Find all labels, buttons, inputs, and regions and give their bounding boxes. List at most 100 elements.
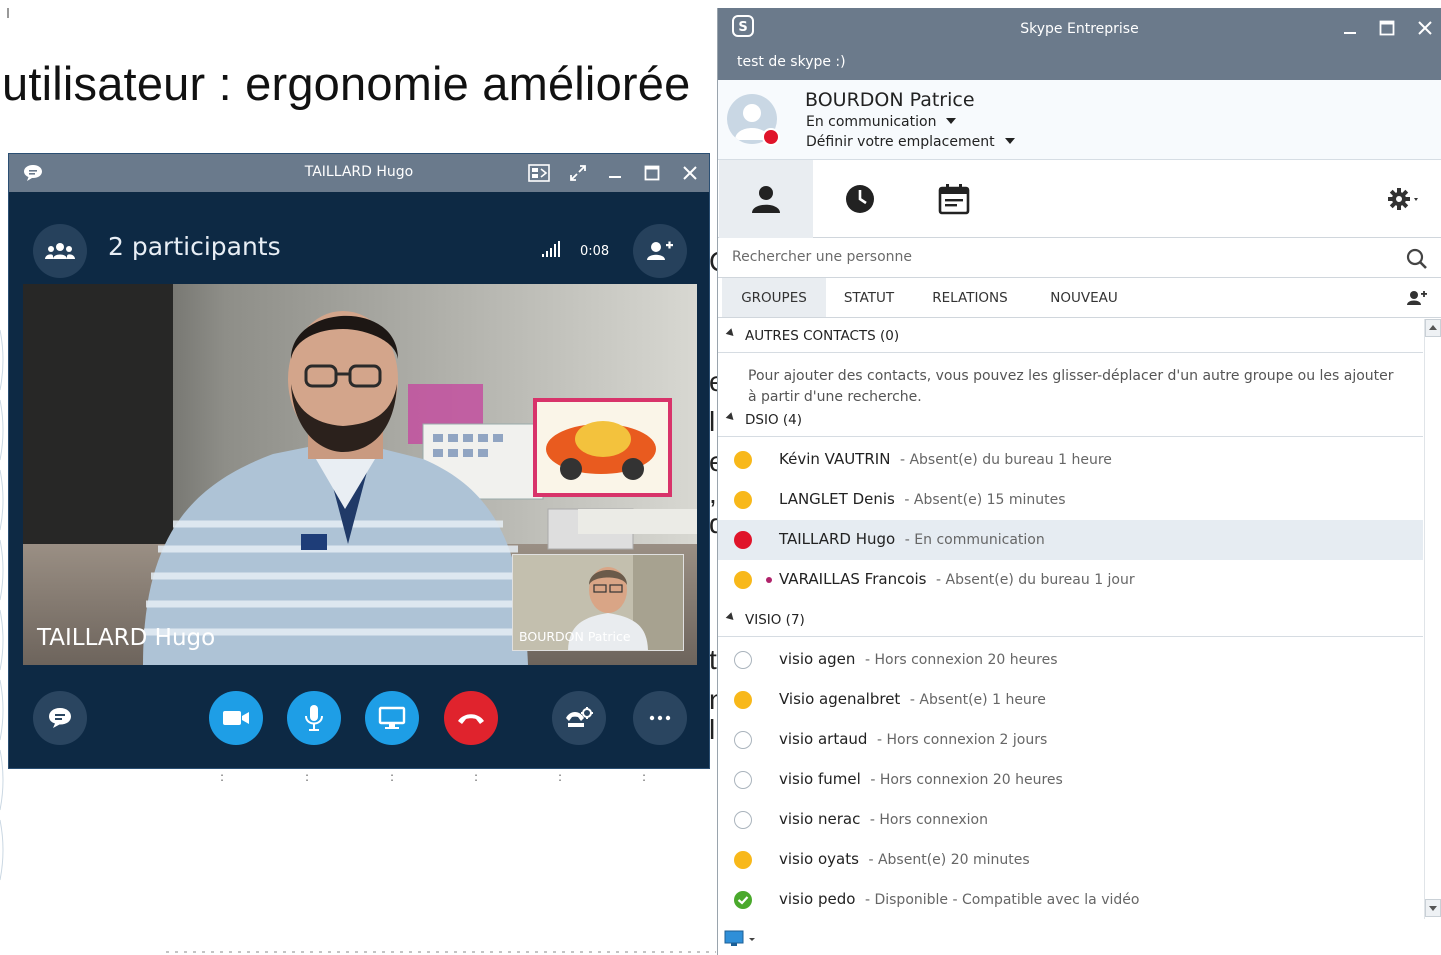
contact-row[interactable]: VARAILLAS Francois - Absent(e) du bureau…: [718, 560, 1423, 600]
im-button[interactable]: [33, 691, 87, 745]
contact-name: visio artaud: [779, 730, 868, 748]
slide-text-fragment: t: [709, 644, 717, 675]
contact-row[interactable]: visio oyats - Absent(e) 20 minutes: [718, 840, 1423, 880]
presence-available-icon: [734, 891, 752, 909]
svg-text::: :: [390, 770, 394, 784]
contact-name: visio oyats: [779, 850, 859, 868]
contact-row[interactable]: LANGLET Denis - Absent(e) 15 minutes: [718, 480, 1423, 520]
add-contact-icon[interactable]: [1407, 290, 1427, 310]
location-dropdown[interactable]: Définir votre emplacement: [806, 134, 1015, 150]
presence-away-icon: [734, 851, 752, 869]
contacts-icon: [752, 186, 780, 213]
group-label: DSIO (4): [745, 412, 802, 428]
close-button[interactable]: [1411, 15, 1439, 41]
self-view[interactable]: BOURDON Patrice: [512, 554, 684, 651]
presence-status-dropdown[interactable]: En communication: [806, 114, 957, 130]
contact-name: VARAILLAS Francois: [779, 570, 927, 588]
hang-up-button[interactable]: [444, 691, 498, 745]
contact-name: visio nerac: [779, 810, 861, 828]
presence-busy-indicator: [762, 128, 780, 146]
add-participant-button[interactable]: [633, 224, 687, 278]
tab-groupes[interactable]: GROUPES: [722, 278, 826, 317]
contact-list-scrollbar[interactable]: [1424, 319, 1441, 919]
minimize-button[interactable]: [601, 160, 629, 186]
call-controls-button[interactable]: [552, 691, 606, 745]
group-header-autres-contacts[interactable]: AUTRES CONTACTS (0): [718, 319, 1423, 353]
contact-row[interactable]: visio fumel - Hors connexion 20 heures: [718, 760, 1423, 800]
video-toggle-button[interactable]: [209, 691, 263, 745]
search-input[interactable]: [718, 238, 1398, 276]
search-icon[interactable]: [1406, 248, 1428, 274]
maximize-button[interactable]: [638, 160, 666, 186]
more-options-button[interactable]: [633, 691, 687, 745]
contact-status: - Absent(e) 15 minutes: [904, 492, 1066, 508]
presence-away-icon: [734, 451, 752, 469]
contact-row[interactable]: TAILLARD Hugo - En communication: [718, 520, 1423, 560]
device-settings-icon[interactable]: [724, 930, 758, 952]
contact-name: visio agen: [779, 650, 856, 668]
minimize-button[interactable]: [1336, 16, 1364, 42]
share-screen-button[interactable]: [365, 691, 419, 745]
contact-entry: Visio agenalbret - Absent(e) 1 heure: [779, 690, 1046, 708]
tab-statut[interactable]: STATUT: [831, 278, 907, 317]
contact-row[interactable]: visio artaud - Hors connexion 2 jours: [718, 720, 1423, 760]
location-label: Définir votre emplacement: [806, 134, 995, 150]
tab-nouveau[interactable]: NOUVEAU: [1034, 278, 1134, 317]
microphone-icon: [305, 705, 323, 731]
presence-status-label: En communication: [806, 114, 937, 130]
contact-status: - Hors connexion 20 heures: [870, 772, 1063, 788]
layout-toggle-icon[interactable]: [525, 160, 553, 186]
group-header-visio[interactable]: VISIO (7): [718, 603, 1423, 637]
slide-text-fragment: ,: [709, 478, 717, 509]
participants-icon: [45, 243, 75, 259]
options-button[interactable]: [1368, 160, 1441, 238]
slide-title: utilisateur : ergonomie améliorée: [2, 57, 691, 110]
contact-row[interactable]: visio agen - Hors connexion 20 heures: [718, 640, 1423, 680]
collapse-triangle-icon: [725, 412, 737, 423]
phone-settings-icon: [566, 707, 593, 727]
call-timer: 0:08: [580, 244, 610, 259]
maximize-button[interactable]: [1373, 15, 1401, 41]
tab-relations[interactable]: RELATIONS: [915, 278, 1025, 317]
contact-row[interactable]: Visio agenalbret - Absent(e) 1 heure: [718, 680, 1423, 720]
note-indicator-icon: [766, 577, 772, 583]
presence-busy-icon: [734, 531, 752, 549]
conversations-history-button[interactable]: [813, 160, 907, 238]
contact-status: - Absent(e) 20 minutes: [868, 852, 1030, 868]
contact-entry: Kévin VAUTRIN - Absent(e) du bureau 1 he…: [779, 450, 1112, 468]
contact-row[interactable]: Kévin VAUTRIN - Absent(e) du bureau 1 he…: [718, 440, 1423, 480]
contact-name: Visio agenalbret: [779, 690, 901, 708]
meetings-button[interactable]: [907, 160, 1001, 238]
contact-status: - Disponible - Compatible avec la vidéo: [864, 892, 1140, 908]
group-header-dsio[interactable]: DSIO (4): [718, 403, 1423, 437]
mute-button[interactable]: [287, 691, 341, 745]
participants-button[interactable]: [33, 224, 87, 278]
expand-icon[interactable]: [564, 160, 592, 186]
personal-note[interactable]: test de skype :): [737, 54, 846, 70]
contact-entry: VARAILLAS Francois - Absent(e) du bureau…: [779, 570, 1135, 588]
skype-window-title: Skype Entreprise: [1020, 21, 1139, 37]
close-button[interactable]: [676, 160, 704, 186]
contact-name: Kévin VAUTRIN: [779, 450, 891, 468]
contact-entry: visio fumel - Hors connexion 20 heures: [779, 770, 1063, 788]
presence-offline-icon: [734, 771, 752, 789]
contacts-view-button[interactable]: [719, 160, 813, 238]
hang-up-icon: [458, 714, 484, 724]
contact-row[interactable]: visio nerac - Hors connexion: [718, 800, 1423, 840]
remote-video: TAILLARD Hugo BOURDON Patrice: [23, 284, 697, 665]
conversation-titlebar: TAILLARD Hugo: [9, 154, 709, 192]
presence-away-icon: [734, 571, 752, 589]
svg-text::: :: [305, 770, 309, 784]
contact-status: - Hors connexion: [869, 812, 988, 828]
self-participant-name: BOURDON Patrice: [519, 629, 631, 644]
conversation-header: 2 participants 0:08: [9, 192, 709, 284]
search-bar: [718, 238, 1441, 278]
scroll-down-arrow[interactable]: [1425, 899, 1441, 917]
presence-offline-icon: [734, 651, 752, 669]
contact-row[interactable]: visio pedo - Disponible - Compatible ave…: [718, 880, 1423, 920]
skype-main-window: S Skype Entreprise test de skype :) BOUR…: [717, 8, 1441, 955]
scroll-up-arrow[interactable]: [1425, 319, 1441, 337]
contact-entry: visio agen - Hors connexion 20 heures: [779, 650, 1057, 668]
checkmark-icon: [737, 896, 749, 905]
meetings-icon: [938, 184, 970, 215]
